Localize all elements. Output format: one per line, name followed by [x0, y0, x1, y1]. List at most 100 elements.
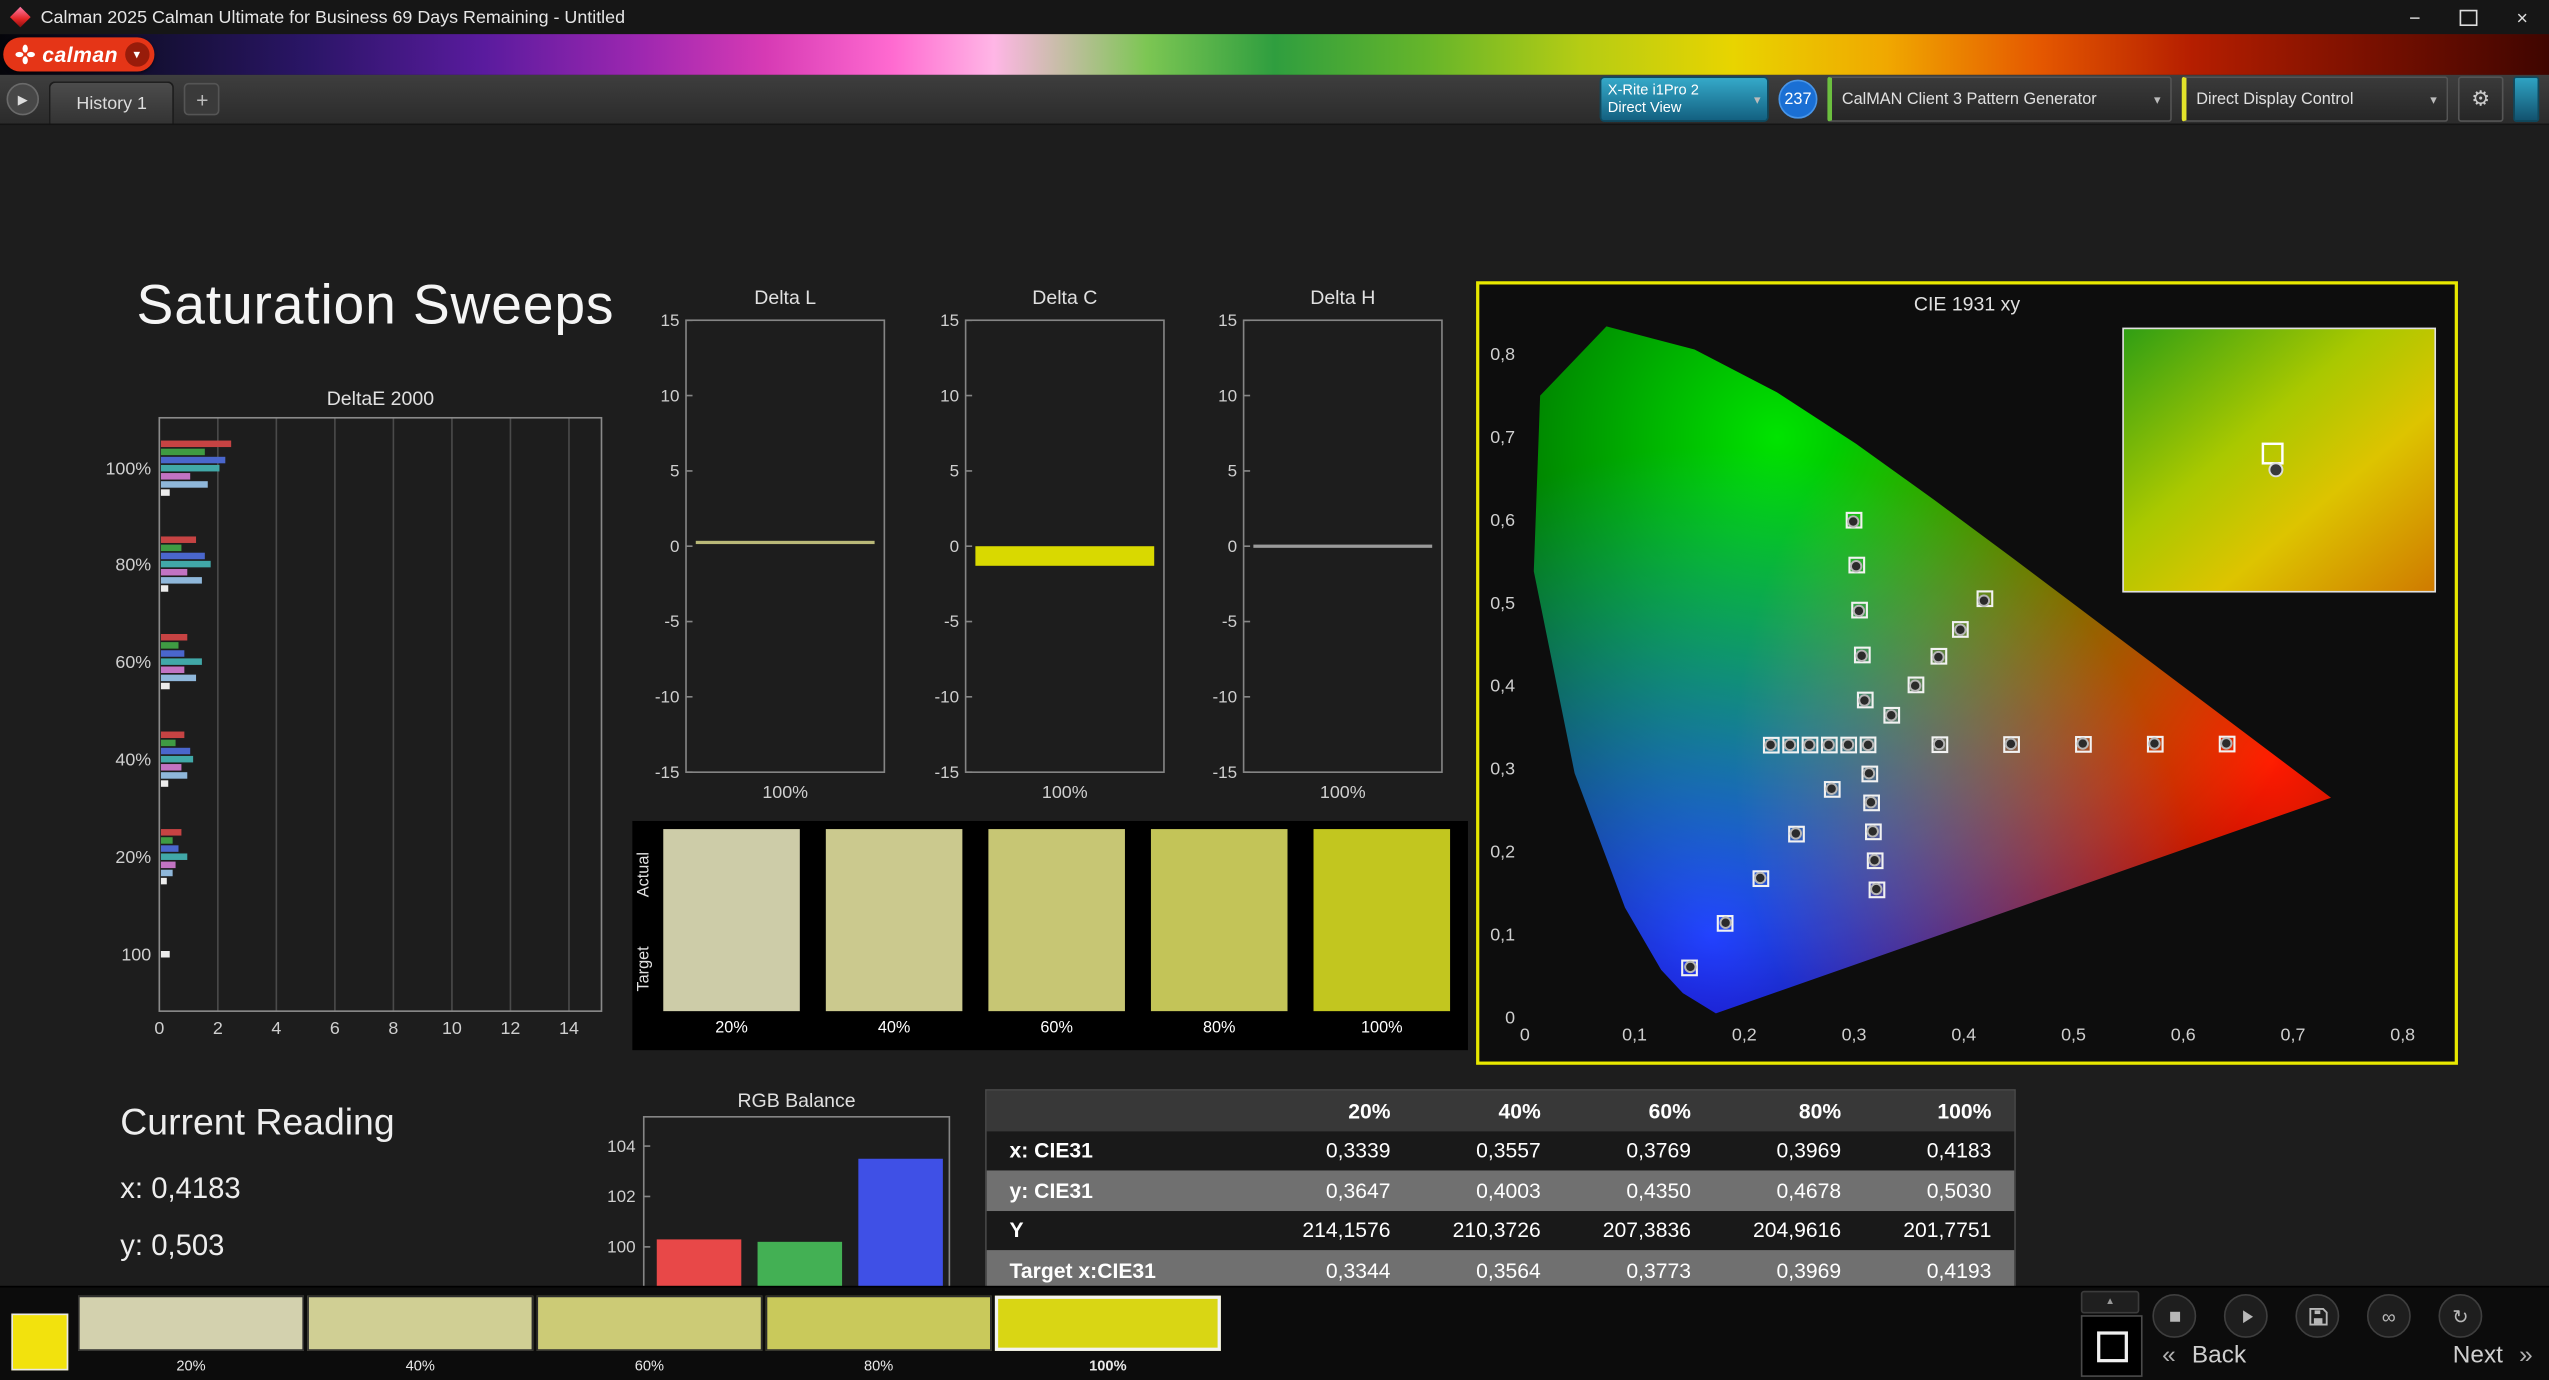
value-cell: 210,3726 — [1452, 1218, 1541, 1243]
side-panel-handle[interactable] — [2513, 76, 2540, 122]
measure-controls: ▲ ∞ ↻ « Back Next » — [2074, 1288, 2549, 1380]
display-control-dropdown[interactable]: Direct Display Control ▾ — [2181, 76, 2449, 122]
measured-point-yellow — [1908, 679, 1922, 692]
meter-count-badge: 237 — [1778, 79, 1818, 119]
value-cell: 0,3769 — [1626, 1138, 1691, 1163]
measured-point-magenta — [1866, 825, 1879, 838]
pattern-patch-20%[interactable] — [78, 1295, 304, 1351]
y-tick-label: 0,1 — [1490, 924, 1515, 944]
saturation-patch-label: 40% — [877, 1019, 911, 1038]
settings-button[interactable]: ⚙ — [2457, 76, 2504, 122]
cie-chart[interactable]: CIE 1931 xy 0 0,1 0,2 0,3 0,4 0,5 0,6 0,7 0,8 0 0,1… — [1476, 281, 2458, 1065]
delta-c-chart[interactable]: Delta C 15 10 5 0 -5 -10 -15 100% — [927, 281, 1174, 804]
history-nav-button[interactable]: ▶ — [6, 82, 40, 116]
pattern-patch-label: 60% — [634, 1357, 665, 1374]
y-tick-label: 15 — [661, 311, 680, 330]
next-fast-button[interactable]: » — [2509, 1341, 2542, 1369]
value-cell: 207,3836 — [1602, 1218, 1691, 1243]
value-cell: 0,4678 — [1776, 1178, 1842, 1203]
swatch-strip: Actual Target 20% 40% 60% 80% 100% — [632, 820, 1468, 1051]
deltae-bar — [160, 837, 173, 844]
minimize-icon: − — [2409, 5, 2421, 29]
deltae-bar — [160, 950, 170, 958]
value-cell: 214,1576 — [1302, 1218, 1391, 1243]
table-row: y: CIE31 0,3647 0,4003 0,4350 0,4678 0,5030 — [986, 1170, 2015, 1211]
measured-point-red — [2148, 737, 2161, 750]
deltae-bar — [160, 544, 182, 552]
measured-point-green — [1849, 560, 1863, 573]
x-tick-label: 0,8 — [2390, 1024, 2415, 1044]
y-tick-label: 10 — [1218, 386, 1237, 405]
back-fast-button[interactable]: « — [2152, 1341, 2185, 1369]
chevron-down-icon: ▾ — [1754, 91, 1761, 107]
cie-chart-svg: CIE 1931 xy 0 0,1 0,2 0,3 0,4 0,5 0,6 0,7 0,8 0 0,1… — [1490, 293, 2437, 1044]
deltae-bar — [160, 853, 188, 860]
measured-point-red — [1932, 737, 1946, 751]
y-tick-label: 5 — [670, 462, 679, 481]
value-cell: 0,4003 — [1476, 1178, 1541, 1203]
saturation-patch-80% — [1150, 829, 1288, 1012]
add-tab-button[interactable]: + — [184, 82, 221, 116]
table-row: Y 214,1576 210,3726 207,3836 204,9616 201,775… — [986, 1210, 2015, 1251]
category-label: 60% — [115, 652, 151, 672]
value-cell: 0,3773 — [1626, 1257, 1691, 1283]
y-tick-label: -10 — [934, 688, 959, 707]
tab-history-1[interactable]: History 1 — [48, 81, 175, 124]
stop-button[interactable] — [2152, 1294, 2197, 1338]
pattern-patch-label: 20% — [176, 1357, 206, 1374]
chart-title: CIE 1931 xy — [1914, 293, 2020, 315]
y-tick-label: 5 — [950, 462, 959, 481]
pattern-patch-40%[interactable] — [307, 1295, 534, 1351]
pattern-patch-100%[interactable] — [994, 1295, 1221, 1351]
measured-point-green — [1847, 515, 1860, 528]
y-tick-label: -5 — [944, 612, 959, 631]
collapse-panel-button[interactable]: ▲ — [2080, 1290, 2140, 1314]
chevron-down-icon: ▾ — [2153, 91, 2161, 107]
delta-l-chart[interactable]: Delta L 15 10 5 0 -5 -10 -15 100% — [647, 281, 894, 804]
deltae-bar — [160, 650, 185, 657]
delta-h-chart[interactable]: Delta H 15 10 5 0 -5 -10 -15 100% — [1205, 281, 1452, 804]
measured-point-yellow — [1932, 650, 1945, 664]
y-tick-label: -15 — [655, 763, 680, 782]
loop-button[interactable]: ∞ — [2366, 1294, 2411, 1338]
pattern-window-button[interactable] — [2080, 1315, 2143, 1377]
minimize-button[interactable]: − — [2388, 0, 2442, 34]
y-tick-label: 5 — [1228, 462, 1237, 481]
maximize-button[interactable] — [2442, 0, 2496, 34]
x-tick-label: 12 — [501, 1018, 521, 1038]
deltae-bar — [160, 845, 179, 852]
chart-title: Delta C — [1032, 287, 1097, 309]
y-tick-label: 0,4 — [1490, 676, 1515, 696]
play-button[interactable] — [2223, 1294, 2268, 1338]
next-button[interactable]: Next — [2446, 1341, 2509, 1369]
pattern-generator-dropdown[interactable]: CalMAN Client 3 Pattern Generator ▾ — [1827, 76, 2172, 122]
delta-line — [1253, 544, 1433, 548]
app-icon — [9, 6, 31, 28]
pattern-patch-60%[interactable] — [536, 1295, 763, 1351]
deltae-bar — [160, 560, 211, 568]
table-row: Target x:CIE31 0,3344 0,3564 0,3773 0,3969 0,… — [986, 1250, 2015, 1290]
meter-dropdown[interactable]: X-Rite i1Pro 2 Direct View ▾ — [1599, 76, 1769, 122]
value-cell: 204,9616 — [1753, 1218, 1842, 1243]
deltae2000-chart[interactable]: DeltaE 2000 0 2 4 6 8 10 12 14 100% 80% 60% 40% 20% 10… — [104, 382, 624, 1065]
category-label: 80% — [115, 555, 151, 575]
calman-logo-icon — [15, 44, 35, 65]
back-button[interactable]: Back — [2185, 1341, 2252, 1369]
save-button[interactable] — [2295, 1294, 2340, 1338]
close-button[interactable]: × — [2495, 0, 2549, 34]
calman-menu-button[interactable]: calman ▾ — [3, 37, 154, 72]
saturation-patch-20% — [663, 829, 800, 1012]
value-cell: 0,3647 — [1325, 1178, 1391, 1203]
x-axis-label: 100% — [1320, 782, 1366, 802]
workflow-nav: « Back Next » — [2152, 1341, 2542, 1369]
pattern-patch-80%[interactable] — [765, 1295, 992, 1351]
display-control-label: Direct Display Control — [2196, 90, 2354, 109]
value-cell: 0,3969 — [1776, 1257, 1842, 1283]
inset-measured-point — [2268, 462, 2284, 478]
stop-icon — [2169, 1310, 2180, 1321]
measured-point-cyan — [1783, 738, 1797, 752]
y-tick-label: 15 — [940, 311, 959, 330]
deltae-bar — [160, 674, 197, 682]
tab-label: History 1 — [76, 93, 147, 113]
refresh-button[interactable]: ↻ — [2438, 1294, 2483, 1338]
